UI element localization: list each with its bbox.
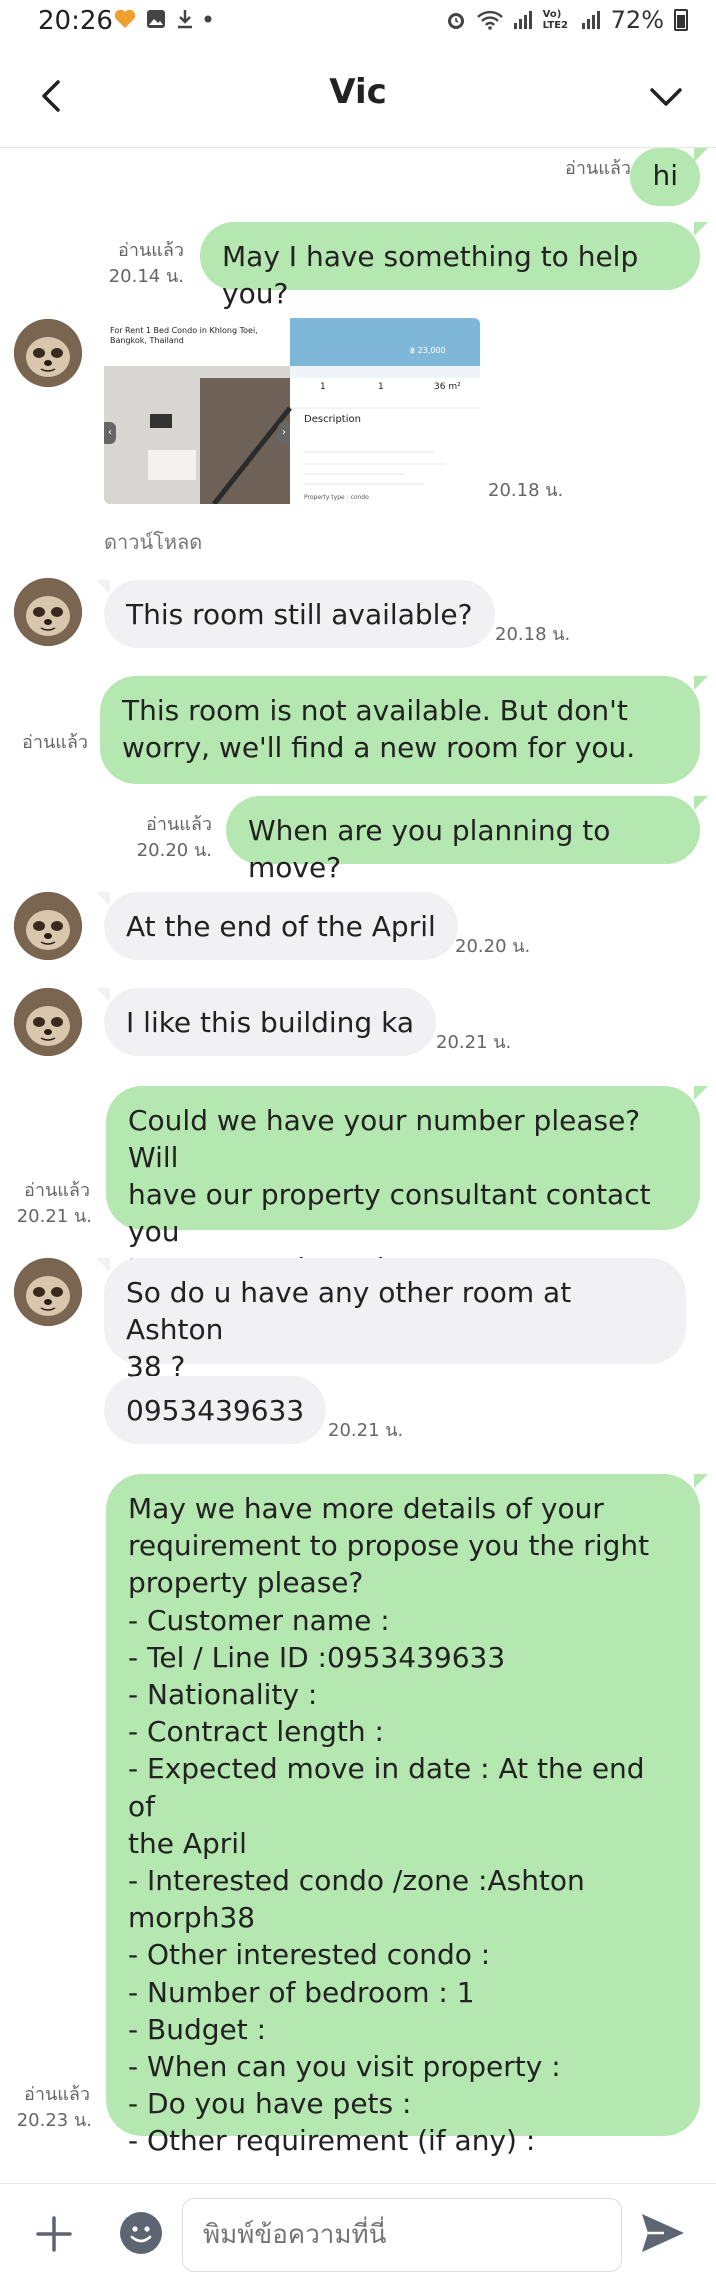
image-notification-icon [147,10,165,28]
alarm-icon [447,13,464,29]
avatar[interactable] [14,1258,82,1326]
avatar[interactable] [14,892,82,960]
message-bubble-outgoing[interactable]: May I have something to help you? [200,222,708,310]
message-bubble-incoming[interactable]: This room still available? [96,580,495,648]
listing-area: 36 m² [434,382,461,392]
read-receipt: อ่านแล้ว [565,158,631,179]
listing-property-type: Property type : condo [304,494,369,501]
sloth-avatar-image [14,988,82,1056]
message-bubble-outgoing[interactable]: This room is not available. But don't wo… [100,676,708,784]
message-bubble-outgoing[interactable]: Could we have your number please? Will h… [106,1086,708,1285]
message-time: 20.18 น. [495,624,571,645]
wifi-icon [476,10,503,30]
message-bubble-incoming[interactable]: At the end of the April [96,892,458,960]
sloth-avatar-image [14,892,82,960]
carrier-label: Vo) LTE2 [542,9,568,31]
listing-title: For Rent 1 Bed Condo in Khlong Toei, Ban… [110,326,258,345]
message-time: 20.23 น. [16,2110,92,2131]
message-bubble-outgoing[interactable]: May we have more details of your require… [106,1474,708,2157]
download-link[interactable]: ดาวน์โหลด [104,526,202,558]
status-time: 20:26 [38,6,113,36]
listing-description-heading: Description [304,414,361,425]
heart-notification-icon [114,9,136,28]
battery-icon [674,9,688,31]
message-bubble-incoming[interactable]: So do u have any other room at Ashton 38… [96,1258,686,1383]
message-time: 20.20 น. [136,840,212,861]
signal-icon [513,11,532,29]
status-bar: 20:26 Vo) LTE2 72% [0,0,716,44]
message-time: 20.20 น. [455,936,531,957]
message-time: 20.21 น. [328,1420,404,1441]
message-bubble-outgoing[interactable]: When are you planning to move? [226,796,708,884]
send-icon[interactable] [640,2212,686,2254]
sloth-avatar-image [14,578,82,646]
shared-listing-image[interactable]: For Rent 1 Bed Condo in Khlong Toei, Ban… [104,318,480,504]
dot-icon [204,15,212,23]
sloth-avatar-image [14,319,82,387]
listing-beds: 1 [320,382,326,392]
listing-baths: 1 [378,382,384,392]
battery-percentage: 72% [610,6,664,34]
message-bubble-outgoing[interactable]: hi [630,148,708,206]
read-receipt: อ่านแล้ว [146,814,212,835]
avatar[interactable] [14,988,82,1056]
message-time: 20.14 น. [108,266,184,287]
read-receipt: อ่านแล้ว [24,1180,90,1201]
message-time: 20.21 น. [16,1206,92,1227]
plus-icon[interactable] [32,2212,76,2256]
message-time: 20.21 น. [436,1032,512,1053]
read-receipt: อ่านแล้ว [22,732,88,753]
message-composer [0,2183,716,2287]
listing-price: ฿ 23,000 [410,346,446,355]
message-bubble-incoming[interactable]: I like this building ka [96,988,436,1056]
avatar[interactable] [14,578,82,646]
sloth-avatar-image [14,1258,82,1326]
read-receipt: อ่านแล้ว [24,2084,90,2105]
signal-icon-2 [581,11,600,29]
download-notification-icon [178,10,192,29]
chevron-down-icon[interactable] [644,74,688,118]
message-input[interactable] [182,2198,622,2272]
image-next-icon[interactable]: › [278,422,290,444]
avatar[interactable] [14,319,82,387]
chat-title: Vic [329,72,387,112]
message-list[interactable]: อ่านแล้ว hi อ่านแล้ว 20.14 น. May I have… [0,148,716,2183]
message-time: 20.18 น. [488,480,564,501]
image-prev-icon[interactable]: ‹ [104,422,116,444]
read-receipt: อ่านแล้ว [118,240,184,261]
chat-header: Vic [0,44,716,148]
emoji-icon[interactable] [120,2212,162,2254]
message-bubble-incoming[interactable]: 0953439633 [104,1376,327,1444]
